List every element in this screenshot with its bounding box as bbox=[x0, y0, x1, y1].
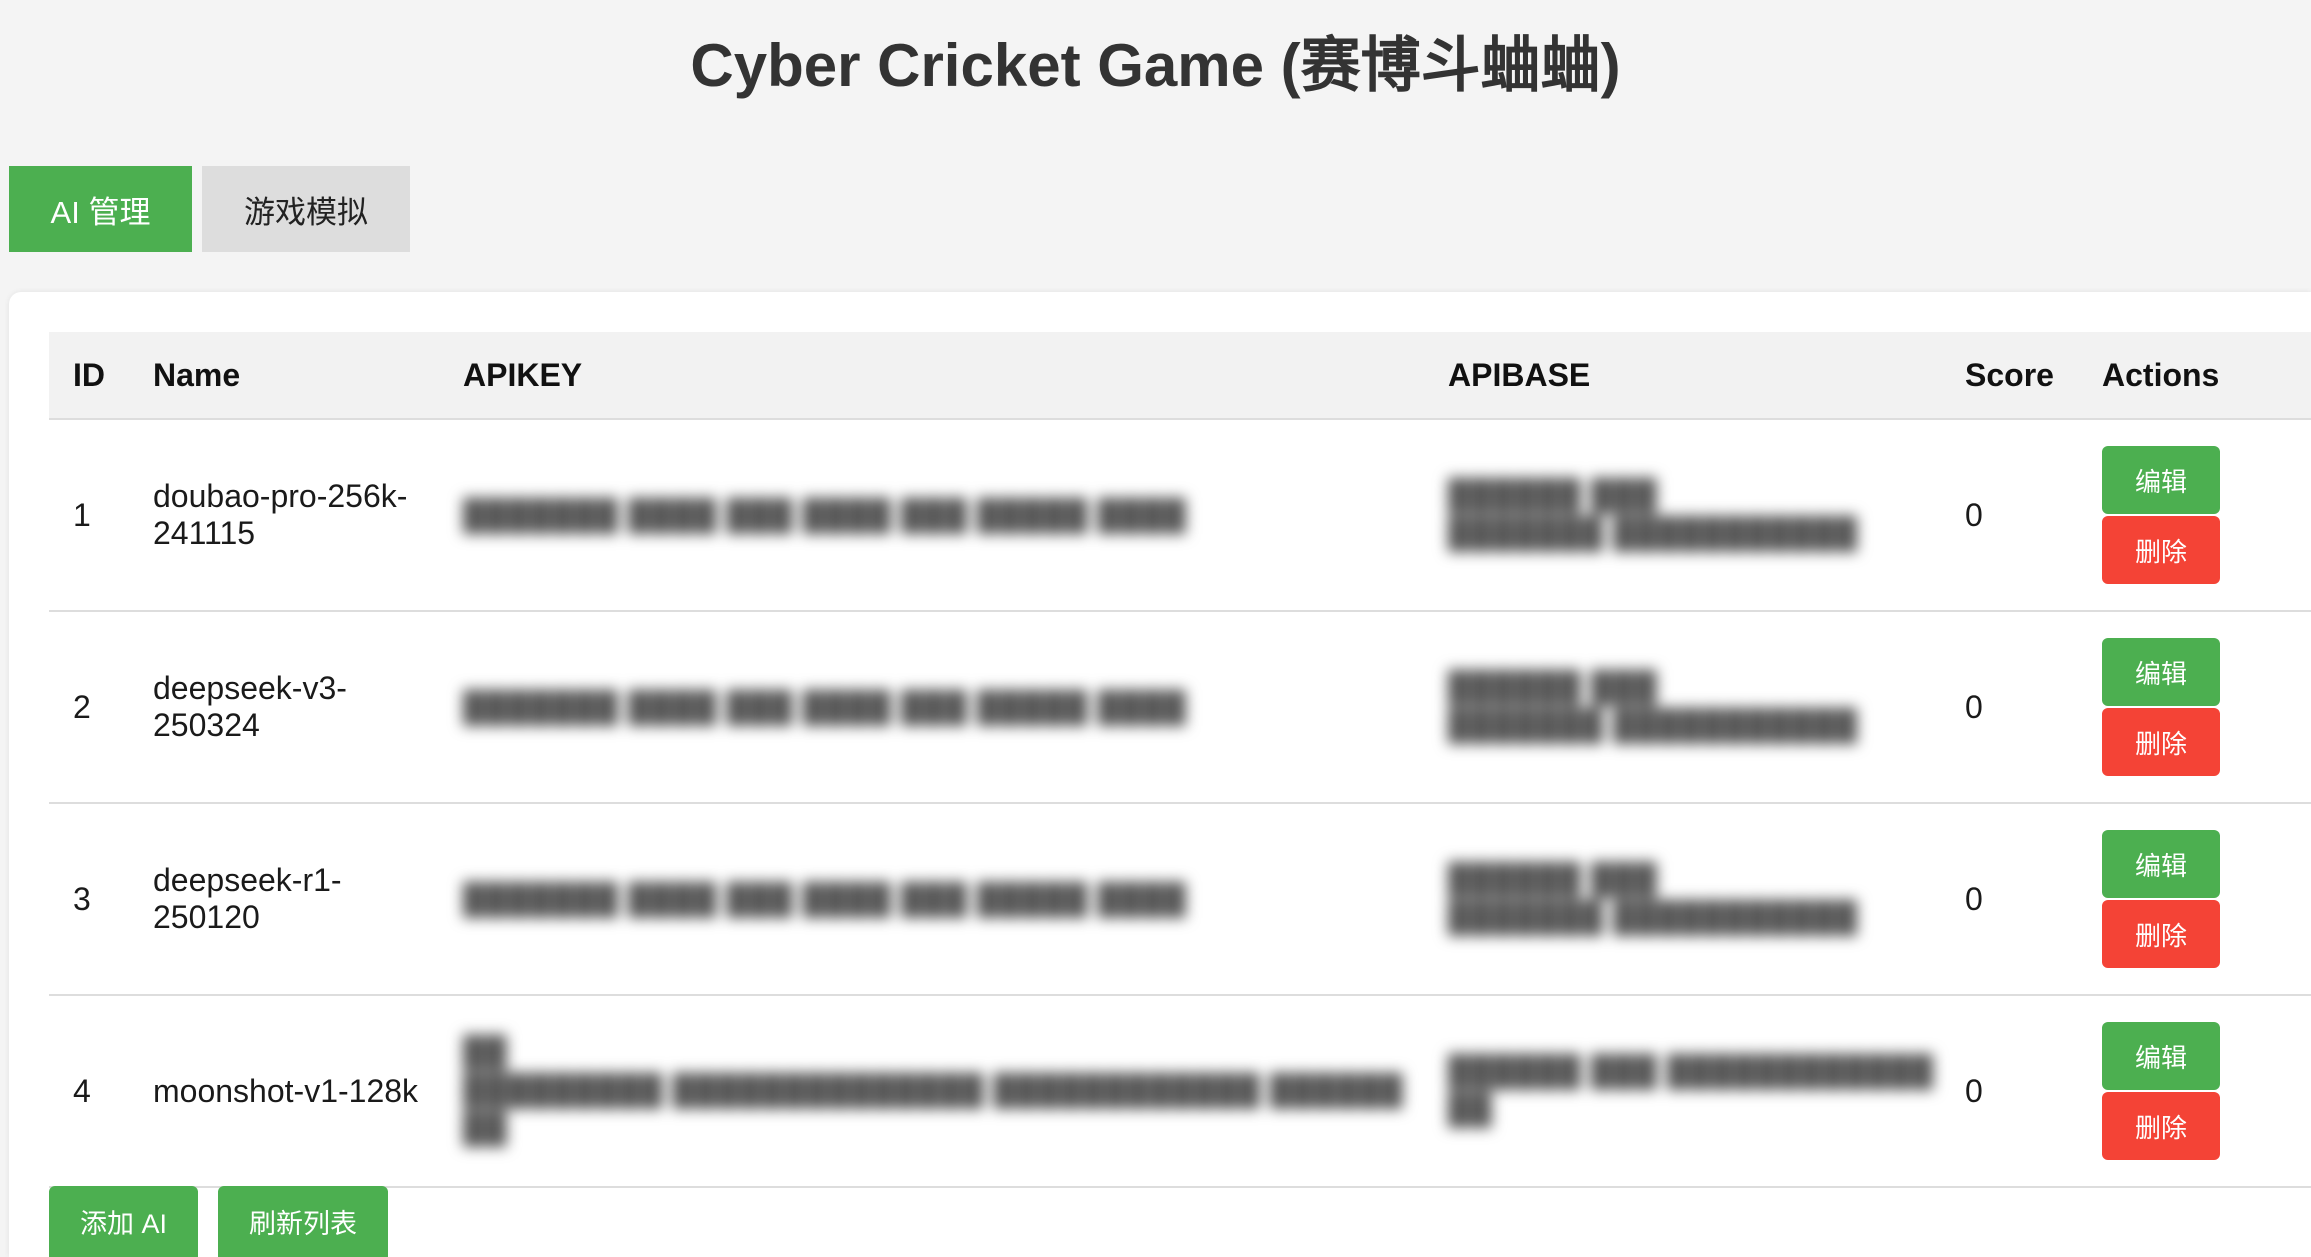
cell-name: deepseek-r1-250120 bbox=[129, 803, 439, 996]
cell-apibase: ██████ ███ ██████████████ bbox=[1424, 995, 1941, 1188]
table-row: 3 deepseek-r1-250120 ███████ ████ ███ ██… bbox=[49, 803, 2311, 996]
cell-id: 1 bbox=[49, 419, 129, 612]
header-apikey: APIKEY bbox=[439, 332, 1424, 420]
cell-apibase: ██████ ███ ███████ ███████████ bbox=[1424, 803, 1941, 996]
cell-actions: 编辑 删除 bbox=[2078, 419, 2311, 612]
cell-apikey: ██ █████████ ██████████████ ████████████ … bbox=[439, 995, 1424, 1188]
cell-score: 0 bbox=[1941, 995, 2078, 1188]
redacted-apikey: ███████ ████ ███ ████ ███ █████ ████ bbox=[463, 690, 1187, 724]
header-score: Score bbox=[1941, 332, 2078, 420]
cell-name: moonshot-v1-128k bbox=[129, 995, 439, 1188]
header-id: ID bbox=[49, 332, 129, 420]
redacted-apibase: ██████ ███ ██████████████ bbox=[1448, 1055, 1935, 1126]
cell-id: 4 bbox=[49, 995, 129, 1188]
ai-management-panel: ID Name APIKEY APIBASE Score Actions 1 d… bbox=[9, 292, 2311, 1257]
add-ai-button[interactable]: 添加 AI bbox=[49, 1186, 198, 1257]
edit-button[interactable]: 编辑 bbox=[2102, 830, 2220, 898]
cell-name: deepseek-v3-250324 bbox=[129, 611, 439, 804]
table-row: 1 doubao-pro-256k-241115 ███████ ████ ██… bbox=[49, 419, 2311, 612]
edit-button[interactable]: 编辑 bbox=[2102, 446, 2220, 514]
edit-button[interactable]: 编辑 bbox=[2102, 1022, 2220, 1090]
tab-ai-management[interactable]: AI 管理 bbox=[9, 166, 192, 252]
delete-button[interactable]: 删除 bbox=[2102, 708, 2220, 776]
redacted-apibase: ██████ ███ ███████ ███████████ bbox=[1448, 479, 1858, 550]
header-name: Name bbox=[129, 332, 439, 420]
redacted-apibase: ██████ ███ ███████ ███████████ bbox=[1448, 863, 1858, 934]
header-apibase: APIBASE bbox=[1424, 332, 1941, 420]
delete-button[interactable]: 删除 bbox=[2102, 1092, 2220, 1160]
table-row: 4 moonshot-v1-128k ██ █████████ █████████… bbox=[49, 995, 2311, 1188]
delete-button[interactable]: 删除 bbox=[2102, 516, 2220, 584]
cell-apibase: ██████ ███ ███████ ███████████ bbox=[1424, 419, 1941, 612]
cell-name: doubao-pro-256k-241115 bbox=[129, 419, 439, 612]
delete-button[interactable]: 删除 bbox=[2102, 900, 2220, 968]
header-actions: Actions bbox=[2078, 332, 2311, 420]
cell-apikey: ███████ ████ ███ ████ ███ █████ ████ bbox=[439, 611, 1424, 804]
cell-score: 0 bbox=[1941, 419, 2078, 612]
edit-button[interactable]: 编辑 bbox=[2102, 638, 2220, 706]
cell-actions: 编辑 删除 bbox=[2078, 611, 2311, 804]
redacted-apikey: ███████ ████ ███ ████ ███ █████ ████ bbox=[463, 498, 1187, 532]
ai-table: ID Name APIKEY APIBASE Score Actions 1 d… bbox=[49, 332, 2311, 1188]
cell-id: 3 bbox=[49, 803, 129, 996]
table-header-row: ID Name APIKEY APIBASE Score Actions bbox=[49, 332, 2311, 420]
table-row: 2 deepseek-v3-250324 ███████ ████ ███ ██… bbox=[49, 611, 2311, 804]
page-title: Cyber Cricket Game (赛博斗蛐蛐) bbox=[690, 32, 1621, 99]
cell-apikey: ███████ ████ ███ ████ ███ █████ ████ bbox=[439, 419, 1424, 612]
cell-score: 0 bbox=[1941, 803, 2078, 996]
cell-apikey: ███████ ████ ███ ████ ███ █████ ████ bbox=[439, 803, 1424, 996]
redacted-apikey: ██ █████████ ██████████████ ████████████ … bbox=[463, 1036, 1404, 1145]
cell-score: 0 bbox=[1941, 611, 2078, 804]
redacted-apibase: ██████ ███ ███████ ███████████ bbox=[1448, 671, 1858, 742]
cell-actions: 编辑 删除 bbox=[2078, 995, 2311, 1188]
cell-id: 2 bbox=[49, 611, 129, 804]
redacted-apikey: ███████ ████ ███ ████ ███ █████ ████ bbox=[463, 882, 1187, 916]
tab-game-simulation[interactable]: 游戏模拟 bbox=[202, 166, 410, 252]
cell-actions: 编辑 删除 bbox=[2078, 803, 2311, 996]
cell-apibase: ██████ ███ ███████ ███████████ bbox=[1424, 611, 1941, 804]
refresh-list-button[interactable]: 刷新列表 bbox=[218, 1186, 388, 1257]
